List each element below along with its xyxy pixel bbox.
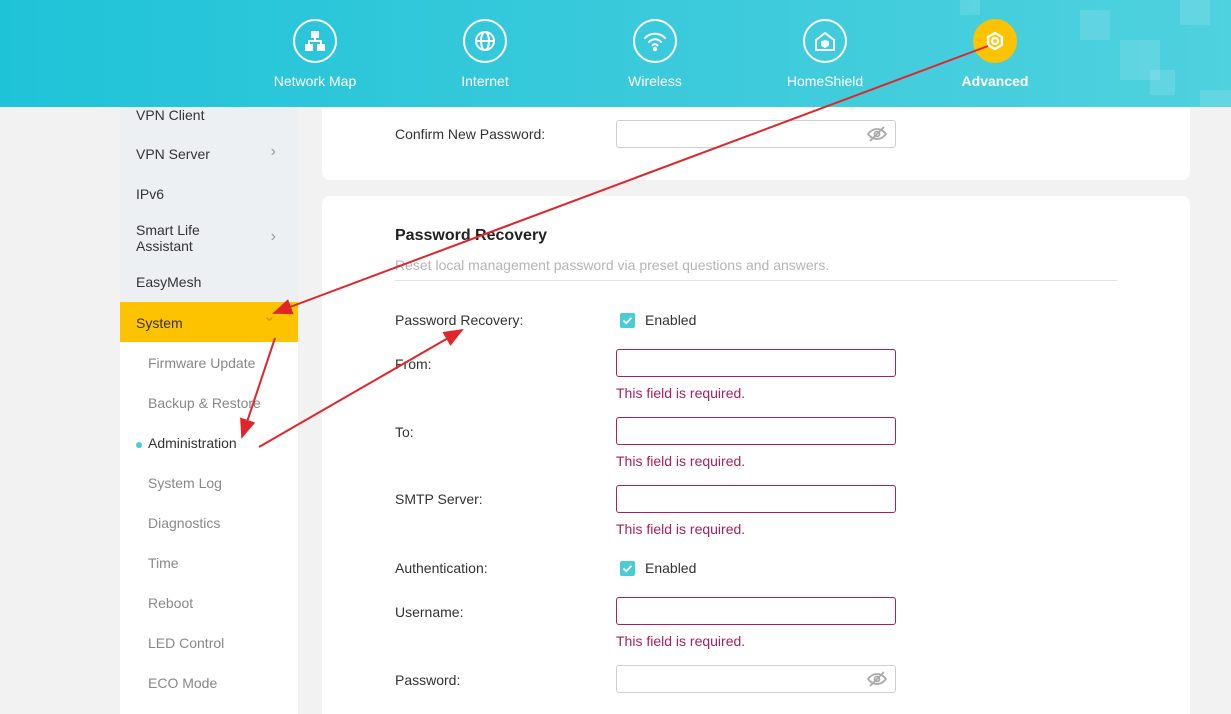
sidebar-subitem-time[interactable]: Time bbox=[120, 544, 298, 584]
eye-hidden-icon[interactable] bbox=[866, 671, 888, 692]
sidebar-subitem-label: Time bbox=[148, 555, 179, 571]
nav-label: Network Map bbox=[273, 73, 357, 89]
sidebar-subitem-administration[interactable]: Administration bbox=[120, 424, 298, 464]
sidebar-subitem-backup-restore[interactable]: Backup & Restore bbox=[120, 384, 298, 424]
from-error: This field is required. bbox=[616, 385, 746, 401]
smtp-server-error: This field is required. bbox=[616, 521, 746, 537]
nav-homeshield[interactable]: HomeShield bbox=[755, 0, 895, 107]
eye-hidden-icon[interactable] bbox=[866, 126, 888, 147]
confirm-password-label: Confirm New Password: bbox=[395, 126, 546, 142]
to-field[interactable] bbox=[616, 417, 896, 445]
sidebar-item-easymesh[interactable]: EasyMesh bbox=[120, 265, 298, 299]
username-label: Username: bbox=[395, 604, 464, 620]
username-error: This field is required. bbox=[616, 633, 746, 649]
decoration bbox=[1200, 90, 1231, 107]
password-recovery-checkbox[interactable]: Enabled bbox=[620, 312, 696, 328]
sidebar-subitem-label: Administration bbox=[148, 435, 237, 451]
sidebar-subitem-eco-mode[interactable]: ECO Mode bbox=[120, 664, 298, 704]
sidebar-item-ipv6[interactable]: IPv6 bbox=[120, 177, 298, 211]
decoration bbox=[1180, 0, 1210, 25]
home-shield-icon bbox=[803, 19, 847, 63]
nav-label: Wireless bbox=[628, 73, 682, 89]
sidebar-subitem-label: Reboot bbox=[148, 595, 194, 611]
password-field[interactable] bbox=[616, 665, 896, 693]
sidebar-item-label: IPv6 bbox=[136, 186, 165, 202]
nav-network-map[interactable]: Network Map bbox=[245, 0, 385, 107]
sidebar-subitem-label: System Log bbox=[148, 475, 222, 491]
chevron-right-icon: › bbox=[270, 143, 276, 160]
sidebar-subitem-label: Firmware Update bbox=[148, 355, 256, 371]
active-indicator-dot bbox=[136, 442, 142, 448]
sidebar-subitem-led-control[interactable]: LED Control bbox=[120, 624, 298, 664]
from-label: From: bbox=[395, 356, 432, 372]
chevron-down-icon: ⌄ bbox=[262, 308, 276, 325]
authentication-checkbox[interactable]: Enabled bbox=[620, 560, 696, 576]
sidebar-subitem-label: Diagnostics bbox=[148, 515, 221, 531]
password-recovery-card: Password Recovery Reset local management… bbox=[322, 196, 1190, 714]
nav-advanced[interactable]: Advanced bbox=[925, 0, 1065, 107]
sidebar-subitem-label: LED Control bbox=[148, 635, 225, 651]
nav-internet[interactable]: Internet bbox=[415, 0, 555, 107]
checkbox-checked-icon bbox=[620, 561, 635, 576]
gear-icon bbox=[973, 19, 1017, 63]
decoration bbox=[1080, 10, 1110, 40]
wifi-icon bbox=[633, 19, 677, 63]
sidebar-item-vpn-client[interactable]: VPN Client bbox=[120, 107, 298, 123]
sidebar-subitem-label: ECO Mode bbox=[148, 675, 218, 691]
globe-icon bbox=[463, 19, 507, 63]
decoration bbox=[1150, 70, 1175, 95]
nav-label: Internet bbox=[461, 73, 509, 89]
to-label: To: bbox=[395, 424, 414, 440]
sidebar-item-label: VPN Client bbox=[136, 107, 205, 123]
sidebar-item-label: EasyMesh bbox=[136, 274, 202, 290]
sidebar-subitem-label: Backup & Restore bbox=[148, 395, 261, 411]
divider bbox=[395, 280, 1117, 281]
sidebar-subitem-diagnostics[interactable]: Diagnostics bbox=[120, 504, 298, 544]
sidebar-subitem-system-log[interactable]: System Log bbox=[120, 464, 298, 504]
section-title: Password Recovery bbox=[395, 227, 548, 244]
nav-label: Advanced bbox=[961, 73, 1029, 89]
nav-wireless[interactable]: Wireless bbox=[585, 0, 725, 107]
sidebar-subitem-reboot[interactable]: Reboot bbox=[120, 584, 298, 624]
password-label: Password: bbox=[395, 672, 461, 688]
checkbox-checked-icon bbox=[620, 313, 635, 328]
network-map-icon bbox=[293, 19, 337, 63]
authentication-label: Authentication: bbox=[395, 560, 488, 576]
sidebar: VPN Client VPN Server › IPv6 Smart Life … bbox=[120, 107, 298, 714]
checkbox-label: Enabled bbox=[645, 560, 697, 576]
sidebar-item-label: Smart Life Assistant bbox=[136, 222, 200, 254]
password-recovery-label: Password Recovery: bbox=[395, 312, 524, 328]
sidebar-item-label: System bbox=[136, 315, 183, 331]
chevron-right-icon: › bbox=[270, 228, 276, 245]
from-field[interactable] bbox=[616, 349, 896, 377]
smtp-server-field[interactable] bbox=[616, 485, 896, 513]
nav-label: HomeShield bbox=[786, 73, 864, 89]
top-navigation-bar: Network Map Internet Wireless HomeShield bbox=[0, 0, 1231, 107]
sidebar-item-label: VPN Server bbox=[136, 146, 210, 162]
smtp-server-label: SMTP Server: bbox=[395, 491, 483, 507]
to-error: This field is required. bbox=[616, 453, 746, 469]
username-field[interactable] bbox=[616, 597, 896, 625]
checkbox-label: Enabled bbox=[645, 312, 697, 328]
confirm-password-field[interactable] bbox=[616, 120, 896, 148]
sidebar-item-smart-life-assistant[interactable]: Smart Life Assistant › bbox=[120, 217, 298, 257]
account-card: Confirm New Password: bbox=[322, 107, 1190, 180]
sidebar-subitem-firmware-update[interactable]: Firmware Update bbox=[120, 344, 298, 384]
sidebar-item-vpn-server[interactable]: VPN Server › bbox=[120, 137, 298, 171]
sidebar-item-system[interactable]: System ⌄ bbox=[120, 302, 298, 342]
section-subtitle: Reset local management password via pres… bbox=[395, 257, 830, 273]
